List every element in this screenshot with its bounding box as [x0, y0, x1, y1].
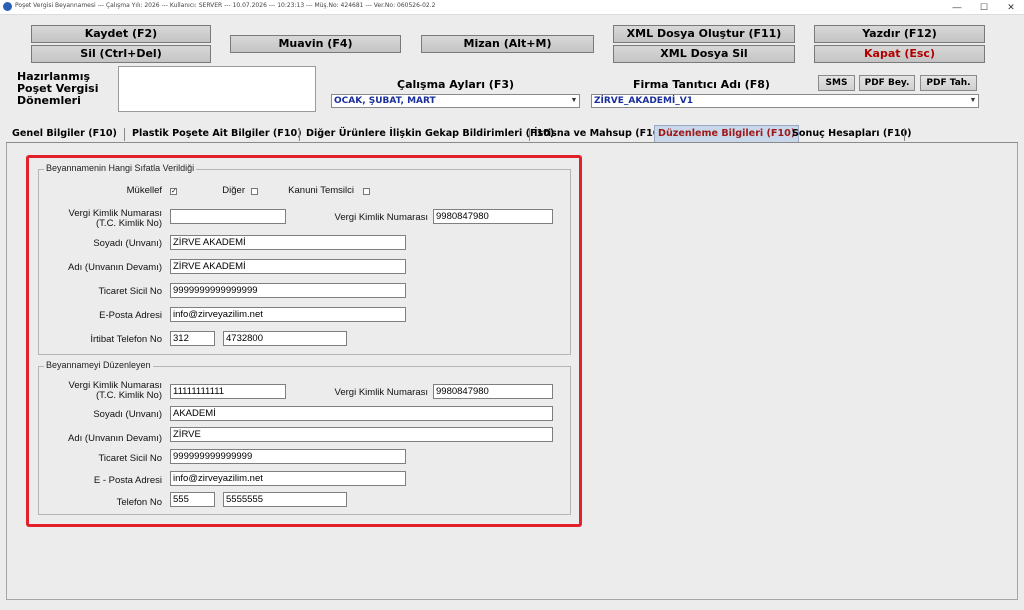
print-button[interactable]: Yazdır (F12) — [814, 25, 985, 43]
months-select[interactable]: OCAK, ŞUBAT, MART ▼ — [331, 94, 580, 108]
prepared-periods-label: Hazırlanmış Poşet Vergisi Dönemleri — [17, 70, 99, 107]
window-title: Poşet Vergisi Beyannamesi --- Çalışma Yı… — [15, 2, 436, 9]
highlight-frame — [26, 155, 582, 527]
tab-genel-bilgiler[interactable]: Genel Bilgiler (F10) — [9, 126, 120, 142]
months-label: Çalışma Ayları (F3) — [397, 78, 515, 91]
tab-separator — [529, 128, 530, 141]
tab-diger-urunler[interactable]: Diğer Ürünlere İlişkin Gekap Bildirimler… — [303, 126, 557, 142]
prepared-periods-list[interactable] — [118, 66, 316, 112]
minimize-icon[interactable]: — — [944, 0, 970, 14]
tab-underline — [6, 142, 1018, 143]
pdf-bey-button[interactable]: PDF Bey. — [859, 75, 915, 91]
xml-create-button[interactable]: XML Dosya Oluştur (F11) — [613, 25, 795, 43]
tab-plastik-poset[interactable]: Plastik Poşete Ait Bilgiler (F10) — [129, 126, 305, 142]
chevron-down-icon: ▼ — [969, 97, 977, 104]
xml-delete-button[interactable]: XML Dosya Sil — [613, 45, 795, 63]
close-window-icon[interactable]: ✕ — [998, 0, 1024, 14]
tab-separator — [299, 128, 300, 141]
pdf-tah-button[interactable]: PDF Tah. — [920, 75, 977, 91]
tab-istisna-mahsup[interactable]: İstisna ve Mahsup (F10) — [531, 126, 667, 142]
tab-duzenleme-bilgileri[interactable]: Düzenleme Bilgileri (F10) — [654, 125, 800, 142]
tab-separator — [124, 128, 125, 141]
muavin-button[interactable]: Muavin (F4) — [230, 35, 401, 53]
maximize-icon[interactable]: ☐ — [971, 0, 997, 14]
mizan-button[interactable]: Mizan (Alt+M) — [421, 35, 594, 53]
save-button[interactable]: Kaydet (F2) — [31, 25, 211, 43]
tab-separator — [904, 128, 905, 141]
close-button[interactable]: Kapat (Esc) — [814, 45, 985, 63]
months-value: OCAK, ŞUBAT, MART — [334, 96, 436, 106]
delete-button[interactable]: Sil (Ctrl+Del) — [31, 45, 211, 63]
tab-sonuc-hesaplari[interactable]: Sonuç Hesapları (F10) — [789, 126, 915, 142]
company-label: Firma Tanıtıcı Adı (F8) — [633, 78, 770, 91]
company-value: ZİRVE_AKADEMİ_V1 — [594, 96, 693, 106]
company-select[interactable]: ZİRVE_AKADEMİ_V1 ▼ — [591, 94, 979, 108]
chevron-down-icon: ▼ — [570, 97, 578, 104]
app-icon — [3, 2, 12, 11]
sms-button[interactable]: SMS — [818, 75, 855, 91]
